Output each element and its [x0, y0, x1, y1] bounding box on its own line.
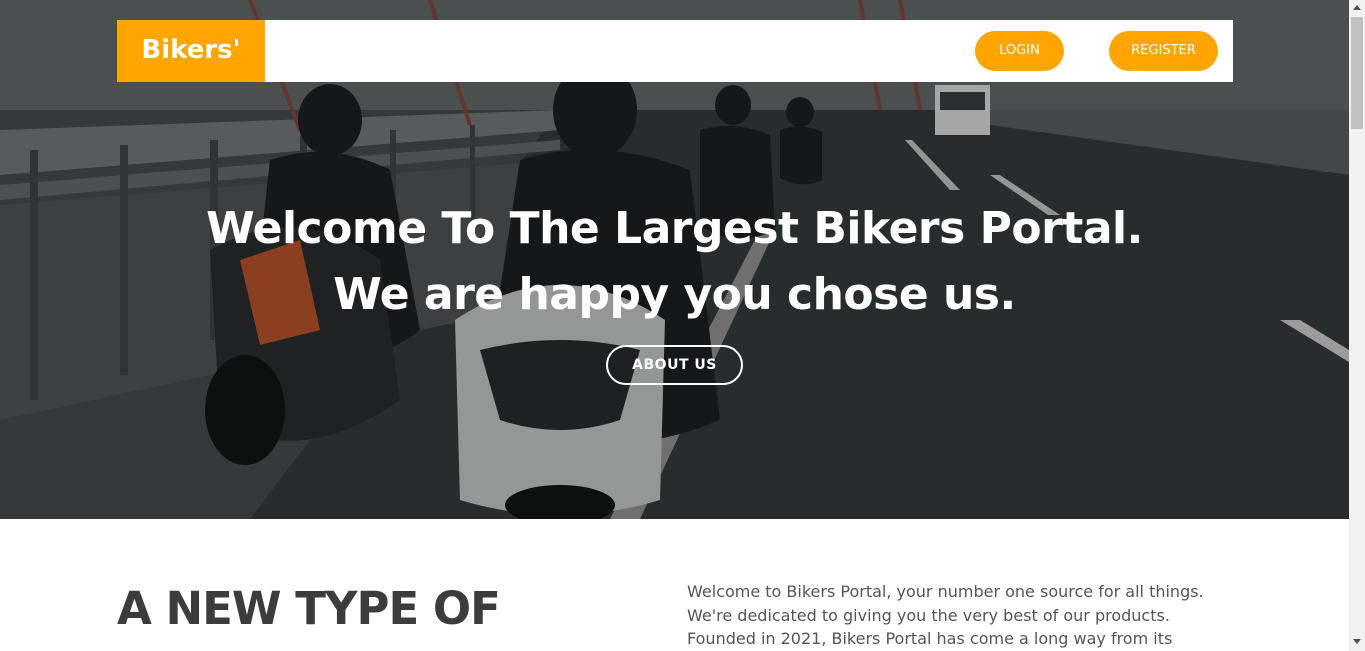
hero-title-line1: Welcome To The Largest Bikers Portal. — [206, 203, 1143, 254]
scrollbar-thumb[interactable] — [1351, 17, 1363, 129]
register-button[interactable]: REGISTER — [1109, 31, 1218, 71]
vertical-scrollbar[interactable] — [1349, 0, 1365, 651]
section-heading: A NEW TYPE OF — [117, 582, 501, 635]
about-us-button[interactable]: ABOUT US — [606, 345, 743, 385]
hero-title-line2: We are happy you chose us. — [333, 269, 1016, 320]
scroll-up-arrow-icon[interactable] — [1353, 5, 1361, 10]
scroll-down-arrow-icon[interactable] — [1353, 639, 1361, 644]
login-button[interactable]: LOGIN — [975, 31, 1064, 71]
top-navbar: Bikers' LOGIN REGISTER — [117, 20, 1233, 82]
page-viewport: Welcome To The Largest Bikers Portal. We… — [0, 0, 1349, 651]
brand-logo[interactable]: Bikers' — [117, 20, 265, 82]
intro-paragraph: Welcome to Bikers Portal, your number on… — [687, 582, 1204, 648]
